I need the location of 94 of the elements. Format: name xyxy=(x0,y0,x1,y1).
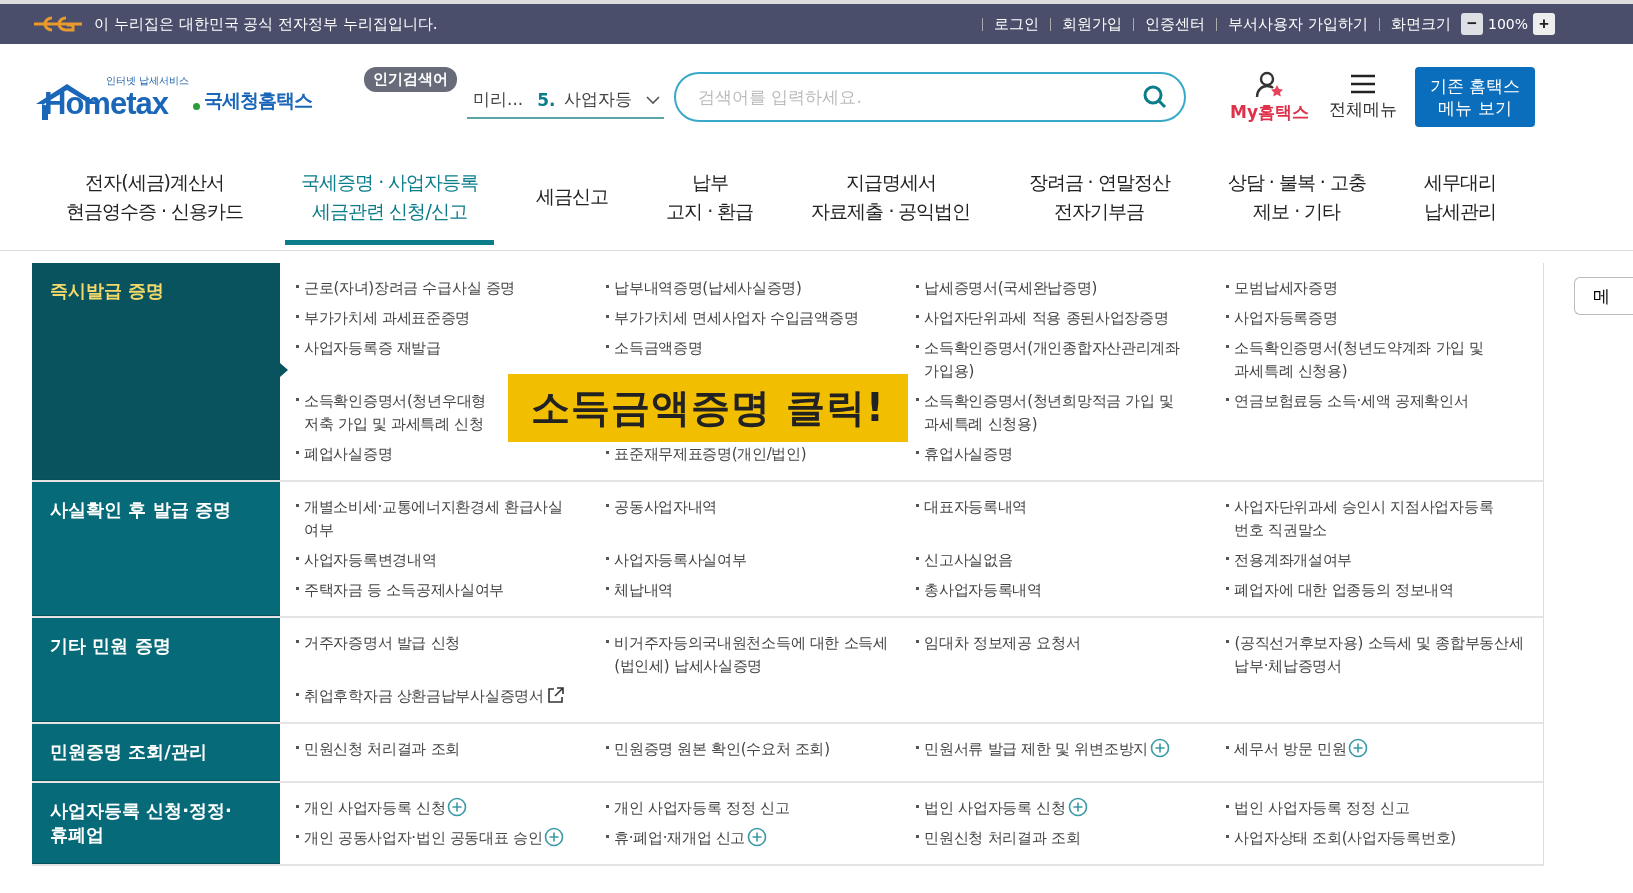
menu-link[interactable]: 개인 사업자등록 정정 신고 xyxy=(604,797,790,820)
menu-link[interactable]: 사업자등록사실여부 xyxy=(604,549,747,572)
menu-link[interactable]: 주택자금 등 소득공제사실여부 xyxy=(294,579,505,602)
government-emblem-icon xyxy=(32,14,84,34)
search-field[interactable]: 검색어를 입력하세요. xyxy=(674,72,1186,122)
menu-link[interactable]: 대표자등록내역 xyxy=(914,496,1028,519)
category-heading[interactable]: 기타 민원 증명 xyxy=(32,618,280,722)
nav-tab[interactable]: 납부 고지 · 환급 xyxy=(650,153,770,245)
government-notice: 이 누리집은 대한민국 공식 전자정부 누리집입니다. xyxy=(94,14,438,34)
plus-icon[interactable] xyxy=(447,797,468,817)
nav-tab[interactable]: 국세증명 · 사업자등록 세금관련 신청/신고 xyxy=(285,153,495,245)
menu-icon xyxy=(1350,73,1376,94)
menu-link[interactable]: 사업자등록변경내역 xyxy=(294,549,437,572)
menu-link[interactable]: 비거주자등의국내원천소득에 대한 소득세(법인세) 납세사실증명 xyxy=(604,632,907,678)
menu-link[interactable]: 개인 사업자등록 신청 xyxy=(294,797,446,820)
callout-banner: 소득금액증명 클릭! xyxy=(508,374,909,442)
external-link-icon[interactable] xyxy=(545,685,566,705)
menu-link[interactable]: 임대차 정보제공 요청서 xyxy=(914,632,1081,655)
pointer-icon xyxy=(280,363,288,377)
menu-link[interactable]: 공동사업자내역 xyxy=(604,496,718,519)
menu-link[interactable]: 민원신청 처리결과 조회 xyxy=(294,738,460,761)
zoom-in-button[interactable]: + xyxy=(1533,13,1555,35)
menu-link[interactable]: 민원증명 원본 확인(수요처 조회) xyxy=(604,738,830,761)
top-link[interactable]: 회원가입 xyxy=(1050,17,1134,31)
plus-icon[interactable] xyxy=(747,827,768,847)
menu-link[interactable]: 납세증명서(국세완납증명) xyxy=(914,277,1098,300)
classic-menu-button[interactable]: 기존 홈택스 메뉴 보기 xyxy=(1415,67,1535,127)
plus-icon[interactable] xyxy=(544,827,565,847)
menu-link[interactable]: 총사업자등록내역 xyxy=(914,579,1042,602)
nav-tab[interactable]: 상담 · 불복 · 고충 제보 · 기타 xyxy=(1211,153,1382,245)
menu-link[interactable]: 개인 공동사업자·법인 공동대표 승인 xyxy=(294,827,543,850)
category-heading[interactable]: 사업자등록 신청·정정· 휴폐업 xyxy=(32,783,280,864)
chevron-down-icon[interactable] xyxy=(645,94,660,105)
menu-link[interactable]: 사업자등록증명 xyxy=(1224,307,1338,330)
menu-link[interactable]: 전용계좌개설여부 xyxy=(1224,549,1353,572)
menu-link[interactable]: 사업자상태 조회(사업자등록번호) xyxy=(1224,827,1456,850)
plus-icon[interactable] xyxy=(1348,738,1369,758)
menu-link[interactable]: (공직선거후보자용) 소득세 및 종합부동산세 납부·체납증명서 xyxy=(1224,632,1527,678)
nav-tab[interactable]: 세금신고 xyxy=(520,153,625,245)
category-heading[interactable]: 사실확인 후 발급 증명 xyxy=(32,482,280,616)
menu-link[interactable]: 표준재무제표증명(개인/법인) xyxy=(604,443,807,466)
menu-link[interactable]: 부가가치세 과세표준증명 xyxy=(294,307,471,330)
menu-link[interactable]: 민원서류 발급 제한 및 위변조방지 xyxy=(914,738,1148,761)
top-link[interactable]: 부서사용자 가입하기 xyxy=(1216,17,1379,31)
nav-tab[interactable]: 장려금 · 연말정산 전자기부금 xyxy=(1012,153,1186,245)
nav-tab[interactable]: 세무대리 납세관리 xyxy=(1407,153,1512,245)
menu-link[interactable]: 휴·폐업·재개업 신고 xyxy=(604,827,746,850)
ticker-rank: 5. xyxy=(537,89,556,110)
menu-link[interactable]: 폐업사실증명 xyxy=(294,443,393,466)
menu-link[interactable]: 소득확인증명서(청년희망적금 가입 및 과세특례 신청용) xyxy=(914,390,1217,436)
menu-link[interactable]: 납부내역증명(납세사실증명) xyxy=(604,277,802,300)
plus-icon[interactable] xyxy=(1149,738,1170,758)
all-menu-button[interactable]: 전체메뉴 xyxy=(1329,73,1397,121)
menu-link[interactable]: 소득금액증명 xyxy=(604,337,703,360)
menu-link[interactable]: 개별소비세·교통에너지환경세 환급사실 여부 xyxy=(294,496,597,542)
menu-link[interactable]: 민원신청 처리결과 조회 xyxy=(914,827,1081,850)
search-icon[interactable] xyxy=(1142,84,1168,110)
popular-badge: 인기검색어 xyxy=(364,67,457,92)
user-star-icon xyxy=(1254,70,1285,99)
menu-link[interactable]: 사업자단위과세 적용 종된사업장증명 xyxy=(914,307,1169,330)
menu-link[interactable]: 사업자단위과세 승인시 지점사업자등록 번호 직권말소 xyxy=(1224,496,1527,542)
menu-link[interactable]: 모범납세자증명 xyxy=(1224,277,1338,300)
ticker-item[interactable]: 사업자등 xyxy=(563,88,632,111)
menu-link[interactable]: 사업자등록증 재발급 xyxy=(294,337,441,360)
menu-link[interactable]: 법인 사업자등록 신청 xyxy=(914,797,1066,820)
menu-link[interactable]: 근로(자녀)장려금 수급사실 증명 xyxy=(294,277,516,300)
menu-link[interactable]: 소득확인증명서(청년도약계좌 가입 및 과세특례 신청용) xyxy=(1224,337,1527,383)
menu-link[interactable]: 소득확인증명서(청년우대형 저축 가입 및 과세특례 신청 xyxy=(294,390,486,436)
nav-tab[interactable]: 전자(세금)계산서 현금영수증 · 신용카드 xyxy=(50,153,260,245)
logo-name[interactable]: 국세청홈택스 xyxy=(204,88,313,114)
menu-link[interactable]: 세무서 방문 민원 xyxy=(1224,738,1347,761)
logo-dot xyxy=(193,103,201,110)
top-link[interactable]: 인증센터 xyxy=(1133,17,1217,31)
zoom-out-button[interactable]: − xyxy=(1460,13,1483,35)
my-hometax-button[interactable]: My홈택스 xyxy=(1230,70,1309,124)
top-link[interactable]: 로그인 xyxy=(982,17,1051,31)
menu-link[interactable]: 연금보험료등 소득·세액 공제확인서 xyxy=(1224,390,1469,413)
zoom-label: 화면크기 xyxy=(1378,17,1461,31)
menu-link[interactable]: 신고사실없음 xyxy=(914,549,1013,572)
menu-link[interactable]: 폐업자에 대한 업종등의 정보내역 xyxy=(1224,579,1454,602)
plus-icon[interactable] xyxy=(1067,797,1088,817)
menu-link[interactable]: 부가가치세 면세사업자 수입금액증명 xyxy=(604,307,859,330)
logo-tagline: 인터넷 납세서비스 xyxy=(106,74,190,88)
menu-link[interactable]: 취업후학자금 상환금납부사실증명서 xyxy=(294,685,544,708)
menu-link[interactable]: 체납내역 xyxy=(604,579,673,602)
menu-link[interactable]: 법인 사업자등록 정정 신고 xyxy=(1224,797,1410,820)
zoom-value: 100% xyxy=(1486,16,1529,32)
nav-tab[interactable]: 지급명세서 자료제출 · 공익법인 xyxy=(795,153,987,245)
menu-link[interactable]: 소득확인증명서(개인종합자산관리계좌 가입용) xyxy=(914,337,1217,383)
ticker-item[interactable]: 미리... xyxy=(473,88,524,111)
category-heading[interactable]: 민원증명 조회/관리 xyxy=(32,724,280,781)
side-menu-button[interactable]: 메 xyxy=(1573,277,1633,315)
menu-link[interactable]: 거주자증명서 발급 신청 xyxy=(294,632,460,655)
menu-link[interactable]: 휴업사실증명 xyxy=(914,443,1013,466)
